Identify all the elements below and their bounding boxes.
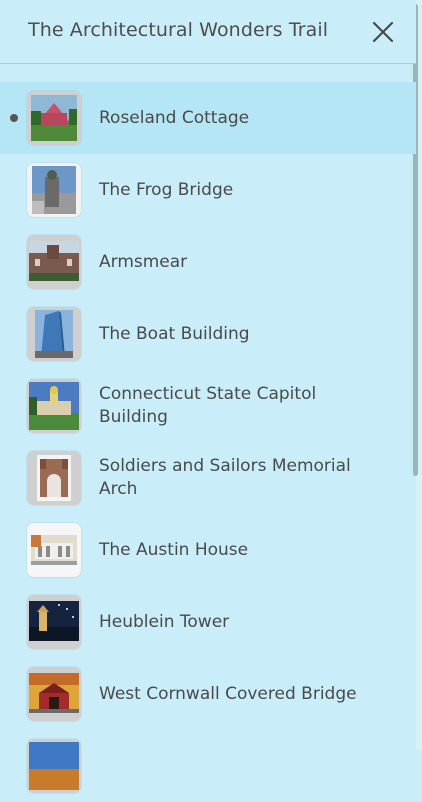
roseland-cottage-thumbnail	[27, 91, 81, 145]
list-item-heublein-tower[interactable]: Heublein Tower	[0, 586, 416, 658]
list-item-boat-building[interactable]: The Boat Building	[0, 298, 416, 370]
next-stop-thumbnail	[27, 739, 81, 793]
list-item-frog-bridge[interactable]: The Frog Bridge	[0, 154, 416, 226]
list-item-austin-house[interactable]: The Austin House	[0, 514, 416, 586]
close-icon	[372, 21, 394, 43]
stop-name: Heublein Tower	[99, 611, 230, 632]
state-capitol-thumbnail	[27, 379, 81, 433]
austin-house-thumbnail	[27, 523, 81, 577]
drawer-header: The Architectural Wonders Trail	[0, 0, 416, 64]
stop-name: Roseland Cottage	[99, 107, 250, 128]
stop-name: The Boat Building	[99, 323, 250, 344]
frog-bridge-thumbnail	[27, 163, 81, 217]
memorial-arch-thumbnail	[27, 451, 81, 505]
stop-name: Armsmear	[99, 251, 188, 272]
close-button[interactable]	[368, 17, 398, 47]
armsmear-thumbnail	[27, 235, 81, 289]
covered-bridge-thumbnail	[27, 667, 81, 721]
stop-name: Connecticut State Capitol Building	[99, 384, 317, 427]
list-item-covered-bridge[interactable]: West Cornwall Covered Bridge	[0, 658, 416, 730]
list-item-armsmear[interactable]: Armsmear	[0, 226, 416, 298]
boat-building-thumbnail	[27, 307, 81, 361]
list-item-memorial-arch[interactable]: Soldiers and Sailors Memorial Arch	[0, 442, 416, 514]
heublein-tower-thumbnail	[27, 595, 81, 649]
stop-name: Soldiers and Sailors Memorial Arch	[99, 456, 351, 499]
list-item-partial[interactable]	[0, 730, 416, 802]
stop-name: The Austin House	[99, 539, 249, 560]
current-stop-indicator	[10, 114, 18, 122]
stop-name: The Frog Bridge	[99, 179, 234, 200]
stop-name: West Cornwall Covered Bridge	[99, 683, 357, 704]
list-item-roseland-cottage[interactable]: Roseland Cottage	[0, 82, 416, 154]
trail-title: The Architectural Wonders Trail	[28, 19, 329, 41]
stop-list: Roseland Cottage The Frog Bridge Armsmea…	[0, 82, 416, 802]
list-item-state-capitol[interactable]: Connecticut State Capitol Building	[0, 370, 416, 442]
